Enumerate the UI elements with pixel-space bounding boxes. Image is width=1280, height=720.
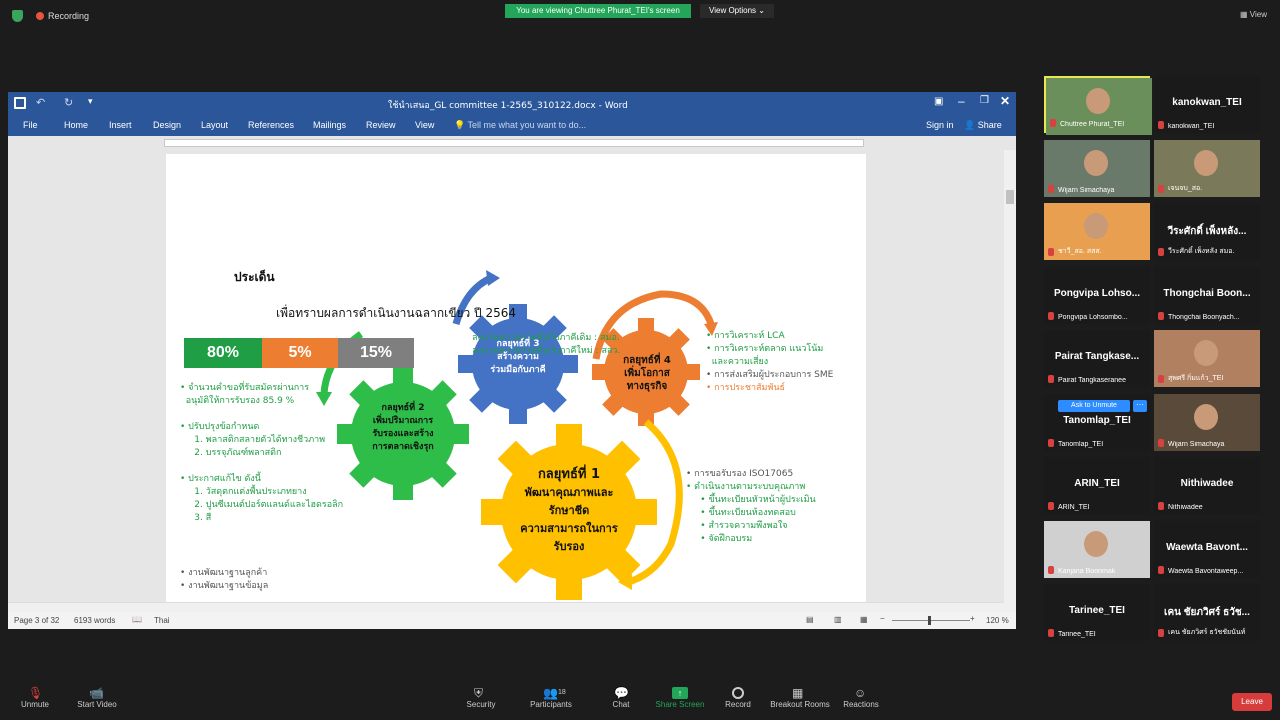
- participant-tile[interactable]: ชาวี_สอ. สสส.: [1044, 203, 1150, 260]
- participant-label: Kanjana Boonmak: [1058, 567, 1116, 575]
- participant-tile[interactable]: Thongchai Boon... Thongchai Boonyach...: [1154, 266, 1260, 324]
- participant-face: [1086, 88, 1110, 114]
- participant-tile[interactable]: วีระศักดิ์ เพ็งหลัง... วีระศักดิ์ เพ็งหลั…: [1154, 203, 1260, 260]
- participant-label: Wijarn Simachaya: [1168, 440, 1225, 448]
- start-video-button[interactable]: Start Video: [62, 700, 132, 709]
- mic-muted-icon: [1158, 629, 1164, 637]
- participant-face: [1194, 403, 1218, 430]
- participant-name: Tarinee_TEI: [1069, 605, 1125, 616]
- participant-face: [1194, 340, 1218, 366]
- participant-name: Pongvipa Lohso...: [1053, 287, 1141, 299]
- mic-muted-icon: [1048, 629, 1054, 637]
- participant-name: Nithiwadee: [1180, 478, 1234, 489]
- chat-icon[interactable]: 💬: [614, 687, 630, 699]
- participant-tile[interactable]: Pongvipa Lohso... Pongvipa Lohsombo...: [1044, 266, 1150, 324]
- security-button[interactable]: Security: [446, 700, 516, 709]
- participant-tile[interactable]: เคน ชัยภวิศร์ ธวัช... เคน ชัยภวิศร์ ธวัชช…: [1154, 584, 1260, 641]
- participant-face: [1084, 530, 1108, 557]
- participant-label: สุพศรี กิ่มแก้ว_TEI: [1168, 375, 1224, 382]
- participant-tile[interactable]: Wijarn Simachaya: [1154, 393, 1260, 451]
- participant-name: Tanomlap_TEI: [1063, 414, 1131, 426]
- participant-label: Nithiwadee: [1168, 504, 1203, 511]
- share-screen-icon[interactable]: ↑: [672, 687, 688, 699]
- participant-count: 18: [557, 689, 566, 696]
- participant-face: [1194, 149, 1218, 176]
- participant-tile[interactable]: เจนจบ_สอ.: [1154, 139, 1260, 197]
- ask-to-unmute-button[interactable]: Ask to Unmute: [1058, 400, 1130, 412]
- participant-gallery: Chuttree Phurat_TEI kanokwan_TEI kanokwan_…: [0, 0, 1280, 720]
- participant-face: [1084, 149, 1108, 176]
- mic-muted-icon: [1158, 311, 1164, 320]
- participant-name: Thongchai Boon...: [1163, 287, 1251, 299]
- participant-label: วีระศักดิ์ เพ็งหลัง สมอ.: [1168, 248, 1235, 255]
- participant-tile[interactable]: Kanjana Boonmak: [1044, 520, 1150, 578]
- mic-muted-icon: [1158, 248, 1164, 256]
- more-options-button[interactable]: ···: [1133, 400, 1147, 412]
- participant-tile[interactable]: Wijarn Simachaya: [1044, 139, 1150, 197]
- participant-label: Tanomlap_TEI: [1058, 440, 1104, 448]
- participant-name: ARIN_TEI: [1074, 478, 1120, 489]
- mic-muted-icon: [1048, 248, 1054, 256]
- mic-muted-icon: [1158, 184, 1164, 193]
- participant-label: Thongchai Boonyach...: [1168, 313, 1240, 321]
- video-off-icon[interactable]: 📹: [89, 687, 105, 699]
- participant-face: [1084, 213, 1108, 239]
- mic-muted-icon[interactable]: 🎙: [28, 687, 44, 699]
- participant-tile[interactable]: Nithiwadee Nithiwadee: [1154, 457, 1260, 514]
- mic-muted-icon: [1048, 438, 1054, 447]
- unmute-button[interactable]: Unmute: [0, 700, 70, 709]
- mic-muted-icon: [1158, 565, 1164, 574]
- record-button[interactable]: Record: [703, 700, 773, 709]
- participant-label: Waewta Bavontaweep...: [1168, 567, 1244, 575]
- mic-muted-icon: [1048, 375, 1054, 383]
- participant-name: เคน ชัยภวิศร์ ธวัช...: [1164, 607, 1250, 618]
- mic-muted-icon: [1048, 502, 1054, 510]
- mic-muted-icon: [1158, 375, 1164, 383]
- mic-muted-icon: [1158, 502, 1164, 510]
- participant-label: Pongvipa Lohsombo...: [1058, 313, 1128, 321]
- participant-label: เคน ชัยภวิศร์ ธวัชชัยนันท์: [1168, 629, 1246, 636]
- mic-muted-icon: [1158, 438, 1164, 447]
- record-icon[interactable]: [732, 687, 744, 699]
- participant-name: Pairat Tangkase...: [1054, 351, 1140, 362]
- participant-label: Tarinee_TEI: [1058, 631, 1096, 638]
- participant-label: Pairat Tangkaseranee: [1058, 377, 1126, 384]
- participant-name: kanokwan_TEI: [1172, 97, 1242, 108]
- reactions-button[interactable]: Reactions: [826, 700, 896, 709]
- participant-tile[interactable]: kanokwan_TEI kanokwan_TEI: [1154, 76, 1260, 133]
- participant-tile[interactable]: ARIN_TEI ARIN_TEI: [1044, 457, 1150, 514]
- mic-muted-icon: [1158, 121, 1164, 129]
- reactions-icon[interactable]: ☺: [854, 687, 870, 699]
- breakout-rooms-icon[interactable]: ▦: [792, 687, 808, 699]
- mic-muted-icon: [1050, 119, 1056, 127]
- security-icon[interactable]: ⛨: [474, 687, 490, 699]
- participants-icon[interactable]: 👥18: [543, 687, 573, 699]
- participant-label: เจนจบ_สอ.: [1168, 184, 1203, 192]
- participant-tile[interactable]: Tarinee_TEI Tarinee_TEI: [1044, 584, 1150, 641]
- participants-button[interactable]: Participants: [516, 700, 586, 709]
- participant-label: ชาวี_สอ. สสส.: [1058, 248, 1102, 255]
- participant-tile[interactable]: สุพศรี กิ่มแก้ว_TEI: [1154, 330, 1260, 387]
- participant-tile[interactable]: Waewta Bavont... Waewta Bavontaweep...: [1154, 520, 1260, 578]
- mic-muted-icon: [1048, 565, 1054, 574]
- participant-name: วีระศักดิ์ เพ็งหลัง...: [1167, 226, 1247, 237]
- mic-muted-icon: [1048, 184, 1054, 193]
- participant-name: Waewta Bavont...: [1166, 541, 1248, 553]
- participant-label: Wijarn Simachaya: [1058, 186, 1115, 194]
- mic-muted-icon: [1048, 311, 1054, 320]
- leave-button[interactable]: Leave: [1232, 693, 1272, 711]
- participant-tile[interactable]: Pairat Tangkase... Pairat Tangkaseranee: [1044, 330, 1150, 387]
- participant-label: Chuttree Phurat_TEI: [1060, 121, 1125, 128]
- participant-tile[interactable]: Chuttree Phurat_TEI: [1044, 76, 1152, 135]
- participant-label: kanokwan_TEI: [1168, 123, 1215, 130]
- breakout-rooms-button[interactable]: Breakout Rooms: [765, 700, 835, 709]
- participant-label: ARIN_TEI: [1058, 504, 1090, 511]
